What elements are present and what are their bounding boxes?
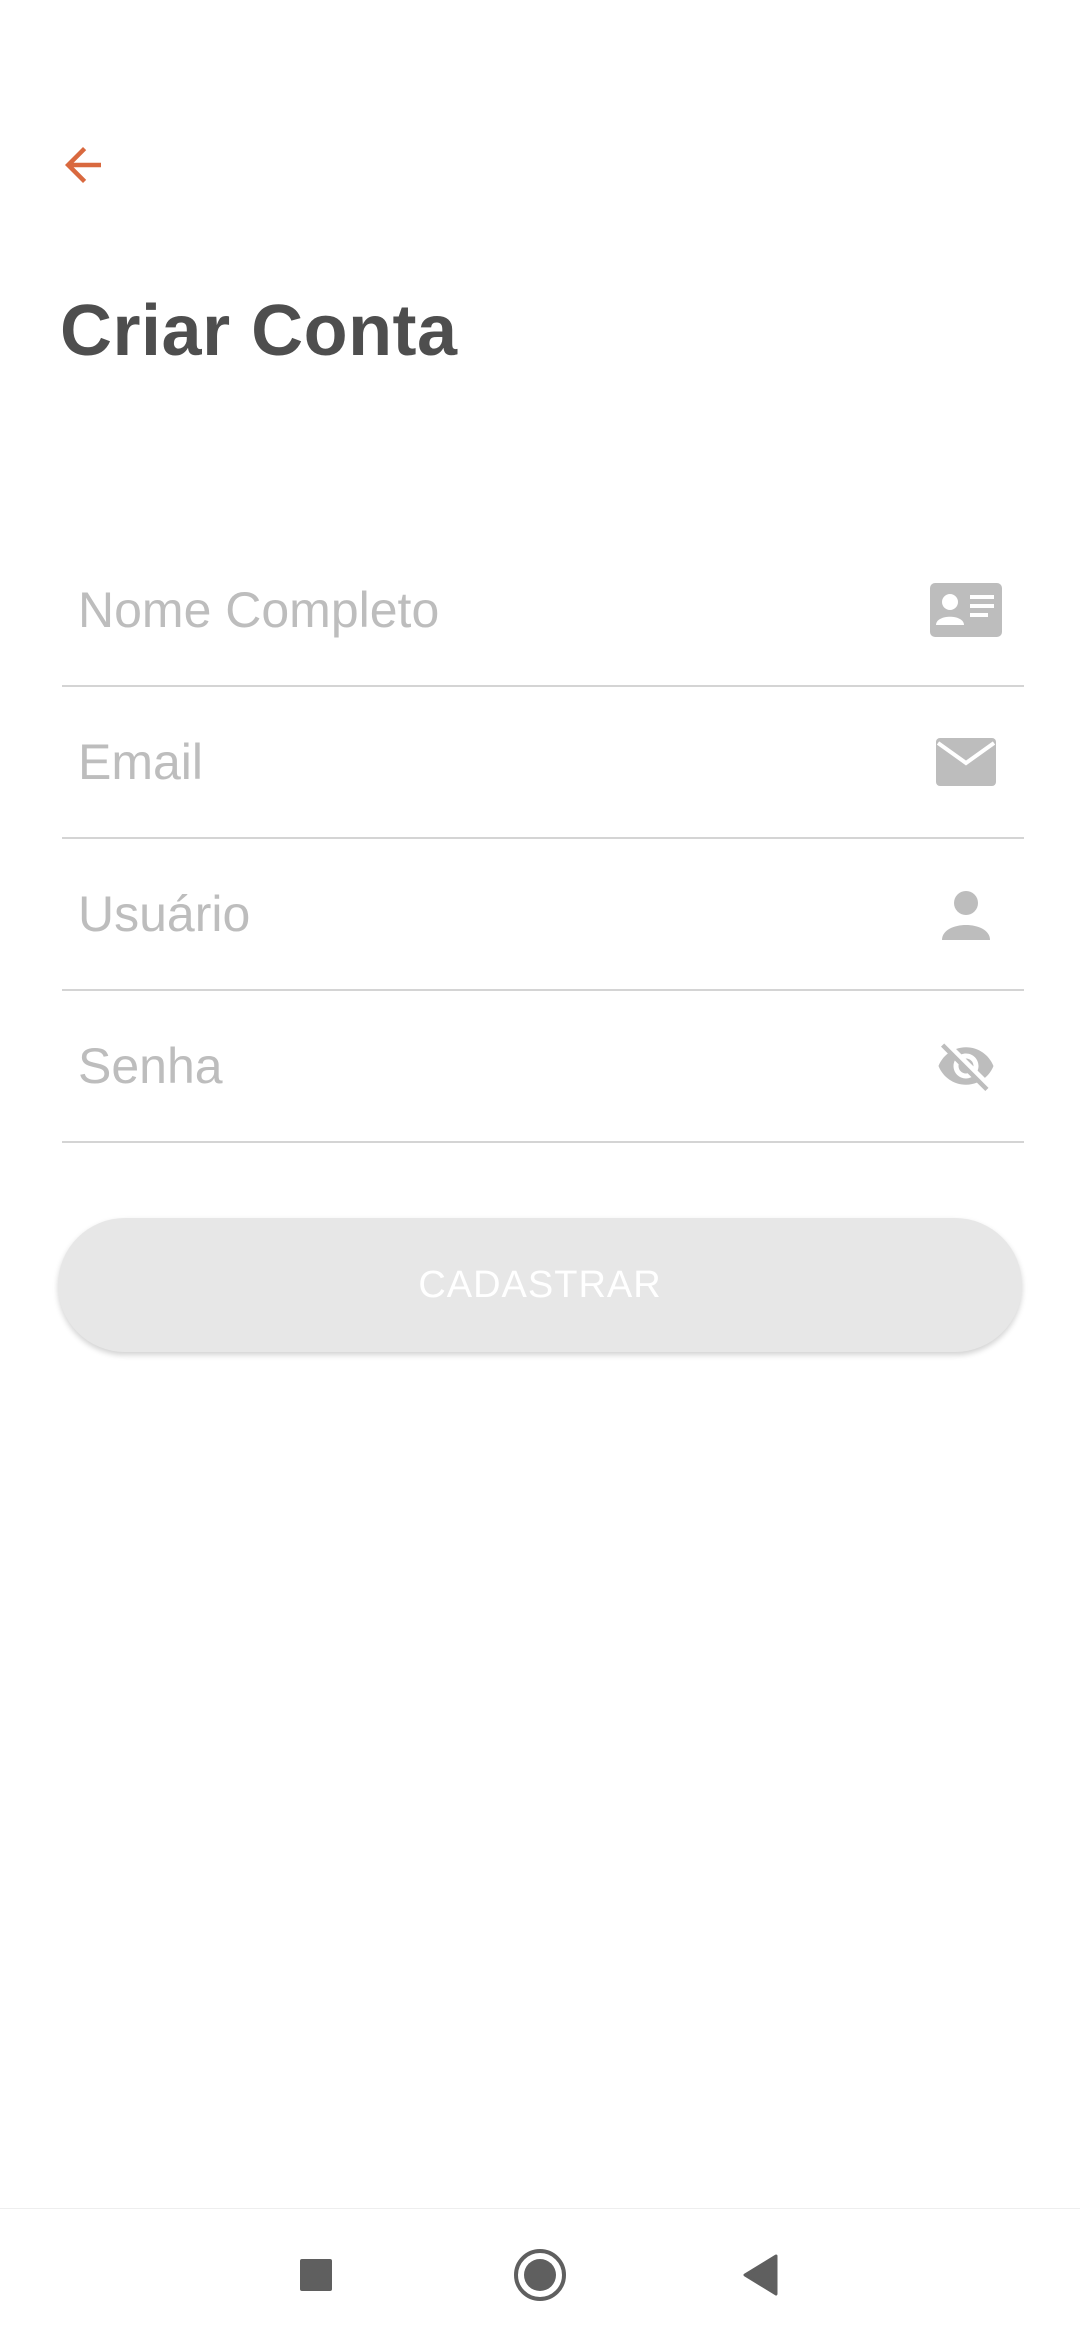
system-back-button[interactable] bbox=[710, 2209, 810, 2340]
id-card-icon bbox=[928, 572, 1004, 648]
circle-icon bbox=[514, 2249, 566, 2301]
username-input[interactable] bbox=[62, 864, 882, 964]
triangle-back-icon bbox=[743, 2254, 778, 2296]
register-button[interactable]: CADASTRAR bbox=[58, 1218, 1022, 1352]
home-button[interactable] bbox=[490, 2209, 590, 2340]
email-input[interactable] bbox=[62, 712, 882, 812]
create-account-screen: Criar Conta Nome Completo Email Usuário … bbox=[0, 0, 1080, 2340]
arrow-left-icon bbox=[65, 147, 101, 183]
password-input[interactable] bbox=[62, 1016, 882, 1116]
recents-button[interactable] bbox=[266, 2209, 366, 2340]
page-title: Criar Conta bbox=[60, 291, 458, 371]
signup-form bbox=[62, 535, 1024, 1143]
system-nav-bar bbox=[0, 2208, 1080, 2340]
eye-off-icon[interactable] bbox=[928, 1028, 1004, 1104]
email-field bbox=[62, 687, 1024, 839]
envelope-icon bbox=[928, 724, 1004, 800]
full-name-field bbox=[62, 535, 1024, 687]
username-field bbox=[62, 839, 1024, 991]
back-button[interactable] bbox=[48, 130, 118, 200]
full-name-input[interactable] bbox=[62, 560, 882, 660]
person-icon bbox=[928, 876, 1004, 952]
square-icon bbox=[300, 2259, 332, 2291]
password-field bbox=[62, 991, 1024, 1143]
